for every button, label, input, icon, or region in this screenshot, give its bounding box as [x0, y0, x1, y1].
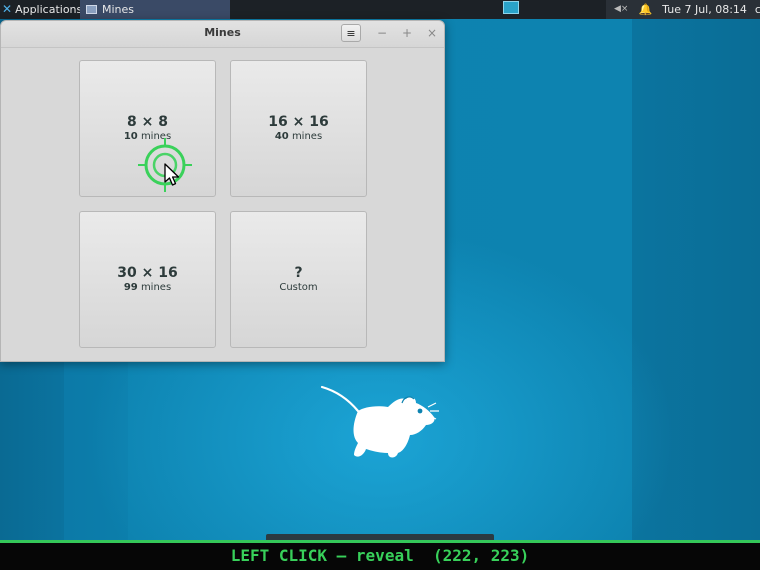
- bell-icon[interactable]: 🔔: [638, 0, 652, 19]
- mouse-pointer-icon: [164, 163, 180, 186]
- game-size-30x16-button[interactable]: 30 × 16 99 mines: [79, 211, 216, 348]
- minimize-icon[interactable]: −: [373, 24, 391, 42]
- user-name[interactable]: cua: [755, 0, 760, 19]
- board-size-label: 8 × 8: [127, 114, 168, 130]
- board-size-label: 16 × 16: [268, 114, 329, 130]
- action-status-bar: LEFT CLICK — reveal (222, 223): [0, 540, 760, 570]
- system-tray: ◀× 🔔 Tue 7 Jul, 08:14 cua: [606, 0, 760, 19]
- game-size-16x16-button[interactable]: 16 × 16 40 mines: [230, 60, 367, 197]
- mine-count-label: 40 mines: [275, 130, 322, 143]
- hamburger-menu-icon[interactable]: ≡: [341, 24, 361, 42]
- workspace-switcher[interactable]: [503, 1, 519, 14]
- window-icon: [86, 5, 97, 14]
- board-size-label: ?: [294, 265, 303, 281]
- maximize-icon[interactable]: +: [398, 24, 416, 42]
- mine-count: 99: [123, 282, 138, 293]
- close-icon[interactable]: ×: [423, 24, 441, 42]
- taskbar-item-label: Mines: [102, 3, 135, 16]
- taskbar-item-mines[interactable]: Mines: [80, 0, 230, 19]
- volume-muted-icon[interactable]: ◀×: [614, 0, 628, 19]
- custom-label: Custom: [279, 282, 318, 293]
- applications-menu[interactable]: ✕ Applications ⁝: [2, 0, 89, 19]
- xfce-icon: ✕: [2, 2, 13, 16]
- applications-label: Applications: [15, 3, 83, 16]
- mine-count: 40: [274, 131, 289, 142]
- xfce-mouse-logo: [320, 385, 439, 458]
- mine-count-label: 99 mines: [124, 281, 171, 294]
- clock[interactable]: Tue 7 Jul, 08:14: [662, 0, 747, 19]
- mine-unit: mines: [291, 131, 323, 142]
- mines-window: Mines ≡ − + × 8 × 8 10 mines 16 × 16 40 …: [0, 20, 445, 362]
- game-size-custom-button[interactable]: ? Custom: [230, 211, 367, 348]
- window-titlebar[interactable]: Mines ≡ − + ×: [1, 21, 444, 48]
- mine-count: 10: [123, 131, 138, 142]
- mine-unit: mines: [140, 282, 172, 293]
- top-panel: ✕ Applications ⁝ Mines ◀× 🔔 Tue 7 Jul, 0…: [0, 0, 760, 19]
- board-size-label: 30 × 16: [117, 265, 178, 281]
